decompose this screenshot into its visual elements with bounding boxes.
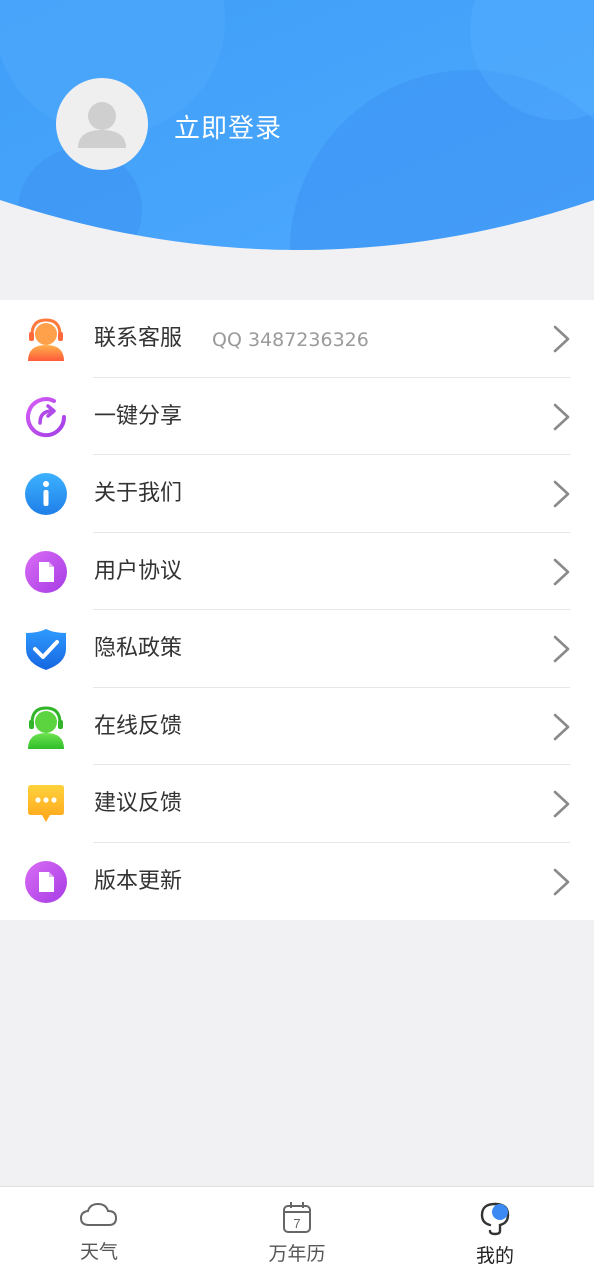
user-placeholder-icon — [78, 102, 126, 148]
chevron-right-icon — [553, 480, 570, 508]
chevron-right-icon — [553, 635, 570, 663]
login-button[interactable]: 立即登录 — [174, 108, 282, 145]
chevron-right-icon — [553, 868, 570, 895]
calendar-icon: 7 — [283, 1202, 311, 1233]
menu-item-label: 一键分享 — [94, 403, 183, 429]
online-feedback-icon — [28, 705, 64, 749]
menu-item-label: 在线反馈 — [94, 713, 183, 739]
menu-item-label: 关于我们 — [94, 481, 183, 506]
chevron-right-icon — [553, 325, 570, 353]
menu-item-label: 用户协议 — [94, 558, 183, 584]
menu-item-user-agreement[interactable]: 用户协议 — [0, 533, 594, 610]
menu-item-share[interactable]: 一键分享 — [0, 378, 594, 455]
tab-label: 天气 — [79, 1241, 118, 1263]
tab-mine[interactable]: 我的 — [396, 1187, 594, 1280]
menu-item-suggestion-feedback[interactable]: 建议反馈 — [0, 765, 594, 843]
menu-item-label: 隐私政策 — [94, 636, 183, 661]
chat-bubble-icon — [28, 785, 64, 822]
tab-label: 万年历 — [268, 1243, 326, 1265]
menu-item-about-us[interactable]: 关于我们 — [0, 455, 594, 533]
chevron-right-icon — [553, 558, 570, 585]
document-icon — [25, 860, 67, 903]
profile-icon — [480, 1202, 510, 1236]
bottom-nav: 天气 7 万年历 我的 — [0, 1186, 594, 1280]
menu-item-contact-service[interactable]: 联系客服 QQ 3487236326 — [0, 300, 594, 378]
document-icon — [25, 550, 67, 593]
info-icon — [25, 473, 67, 515]
settings-menu: 联系客服 QQ 3487236326 一键分享 关于我们 用户协议 隐私政策 在… — [0, 300, 594, 920]
menu-item-online-feedback[interactable]: 在线反馈 — [0, 688, 594, 765]
avatar[interactable] — [56, 78, 148, 170]
tab-label: 我的 — [475, 1245, 514, 1267]
menu-item-version-update[interactable]: 版本更新 — [0, 843, 594, 921]
menu-item-label: 联系客服 — [94, 326, 183, 351]
shield-check-icon — [26, 629, 66, 670]
menu-item-label: 建议反馈 — [94, 791, 183, 816]
cloud-icon — [79, 1202, 118, 1226]
menu-item-label: 版本更新 — [94, 868, 183, 894]
profile-header: 立即登录 — [0, 0, 594, 252]
chevron-right-icon — [553, 403, 570, 430]
menu-item-privacy-policy[interactable]: 隐私政策 — [0, 610, 594, 688]
chevron-right-icon — [553, 790, 570, 818]
tab-calendar[interactable]: 7 万年历 — [198, 1187, 396, 1280]
chevron-right-icon — [553, 713, 570, 740]
customer-service-icon — [28, 318, 64, 361]
tab-weather[interactable]: 天气 — [0, 1187, 198, 1280]
qq-number: QQ 3487236326 — [212, 329, 369, 351]
share-icon — [26, 396, 67, 437]
calendar-day: 7 — [293, 1216, 300, 1231]
